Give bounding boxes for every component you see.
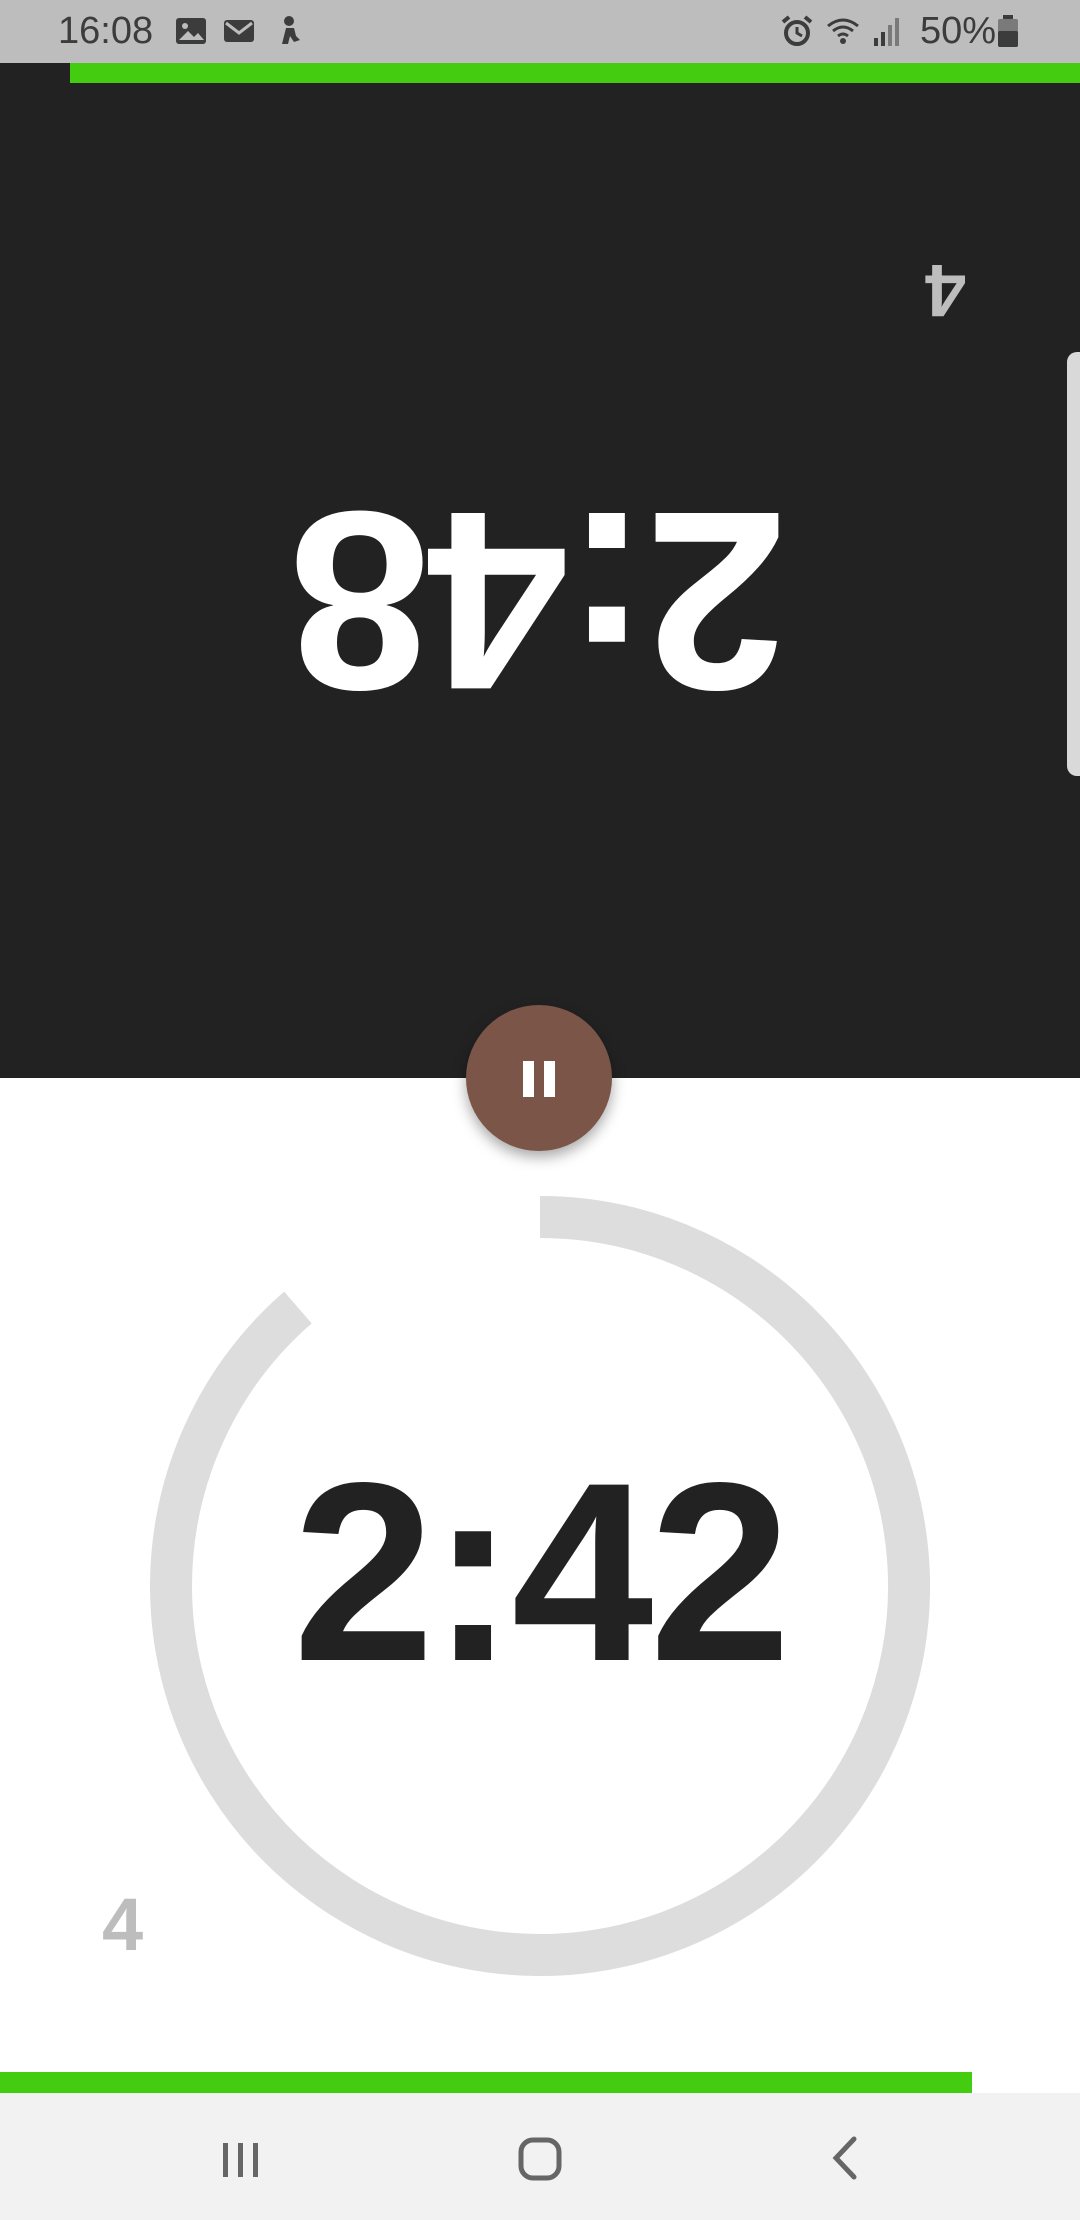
top-player-time: 2:48 xyxy=(292,458,788,743)
signal-icon xyxy=(874,18,899,46)
image-icon xyxy=(176,18,206,44)
mail-icon xyxy=(224,20,254,42)
top-player-move-count: 4 xyxy=(925,249,967,332)
recents-icon[interactable] xyxy=(205,2123,275,2193)
wifi-icon xyxy=(827,18,859,44)
alarm-icon xyxy=(781,15,813,46)
top-player-progress-bar xyxy=(70,63,1080,83)
status-time: 16:08 xyxy=(58,10,154,52)
top-player-clock[interactable]: 4 2:48 xyxy=(0,63,1080,1078)
person-icon xyxy=(282,16,300,44)
home-icon[interactable] xyxy=(506,2123,576,2193)
side-drawer-handle[interactable] xyxy=(1067,352,1080,776)
back-icon[interactable] xyxy=(810,2123,880,2193)
battery-icon xyxy=(998,15,1018,47)
status-bar: 16:08 50% xyxy=(0,0,1080,63)
bottom-player-move-count: 4 xyxy=(102,1883,144,1966)
system-nav-bar xyxy=(0,2093,1080,2220)
pause-button[interactable] xyxy=(466,1005,612,1151)
bottom-player-progress-bar xyxy=(0,2072,972,2093)
bottom-player-time: 2:42 xyxy=(292,1430,791,1715)
battery-percent: 50% xyxy=(920,10,997,52)
